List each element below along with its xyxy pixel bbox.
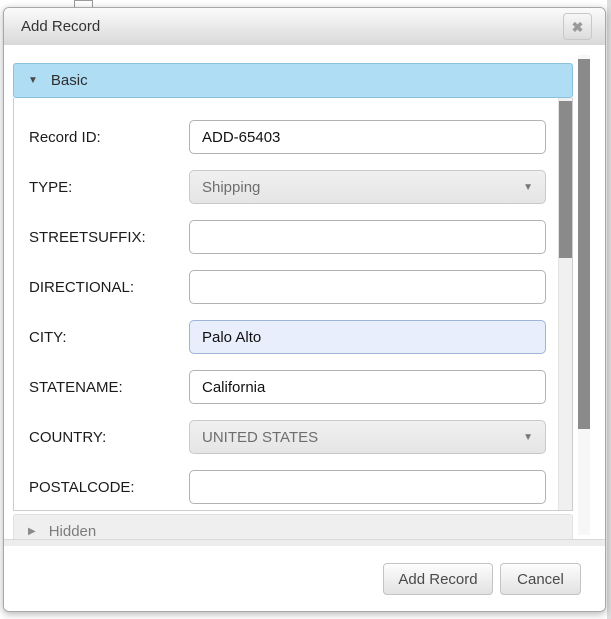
dialog-content: ▼ Basic Record ID: TYPE: Shipping ▼ STREETSU… — [4, 45, 605, 539]
dialog-titlebar: Add Record ✖ — [4, 8, 605, 46]
form-row: Record ID: — [29, 120, 558, 154]
field-label: DIRECTIONAL: — [29, 279, 189, 296]
basic-fields-panel: Record ID: TYPE: Shipping ▼ STREETSUFFIX: DIR… — [13, 98, 573, 511]
footer-buttons: Add Record Cancel — [383, 563, 581, 595]
field-input[interactable] — [189, 370, 546, 404]
section-label-basic: Basic — [51, 72, 88, 89]
field-label: COUNTRY: — [29, 429, 189, 446]
form-row: CITY: — [29, 320, 558, 354]
chevron-down-icon: ▼ — [523, 182, 533, 193]
page-scrollbar[interactable] — [607, 0, 611, 619]
select-value: UNITED STATES — [202, 429, 318, 446]
field-select[interactable]: Shipping ▼ — [189, 170, 546, 204]
outer-scrollbar-thumb[interactable] — [578, 59, 590, 429]
field-label: STREETSUFFIX: — [29, 229, 189, 246]
form-row: POSTALCODE: — [29, 470, 558, 504]
form-row: STATENAME: — [29, 370, 558, 404]
close-button[interactable]: ✖ — [563, 13, 592, 40]
add-record-button[interactable]: Add Record — [383, 563, 493, 595]
section-label-hidden: Hidden — [49, 523, 97, 539]
outer-scrollbar-track[interactable] — [578, 55, 590, 535]
select-value: Shipping — [202, 179, 260, 196]
field-input[interactable] — [189, 270, 546, 304]
field-input[interactable] — [189, 320, 546, 354]
section-header-hidden[interactable]: ▶ Hidden — [13, 514, 573, 539]
form-row: STREETSUFFIX: — [29, 220, 558, 254]
add-record-dialog: Add Record ✖ ▼ Basic Record ID:TYPE:Ship… — [3, 7, 606, 612]
field-input[interactable] — [189, 470, 546, 504]
dialog-footer: Add Record Cancel — [4, 546, 605, 611]
triangle-down-icon: ▼ — [28, 75, 38, 86]
dialog-title: Add Record — [21, 8, 100, 45]
form-row: COUNTRY: UNITED STATES ▼ — [29, 420, 558, 454]
field-label: POSTALCODE: — [29, 479, 189, 496]
form-rows: Record ID: TYPE: Shipping ▼ STREETSUFFIX: DIR… — [14, 98, 558, 510]
inner-scrollbar-track[interactable] — [558, 98, 572, 510]
triangle-right-icon: ▶ — [28, 526, 36, 537]
form-row: DIRECTIONAL: — [29, 270, 558, 304]
field-input[interactable] — [189, 120, 546, 154]
cancel-button[interactable]: Cancel — [500, 563, 581, 595]
section-header-basic[interactable]: ▼ Basic — [13, 63, 573, 98]
close-icon: ✖ — [572, 20, 584, 34]
field-label: TYPE: — [29, 179, 189, 196]
inner-scrollbar-thumb[interactable] — [559, 101, 572, 258]
form-row: TYPE: Shipping ▼ — [29, 170, 558, 204]
chevron-down-icon: ▼ — [523, 432, 533, 443]
field-label: CITY: — [29, 329, 189, 346]
field-select[interactable]: UNITED STATES ▼ — [189, 420, 546, 454]
field-label: Record ID: — [29, 129, 189, 146]
field-label: STATENAME: — [29, 379, 189, 396]
field-input[interactable] — [189, 220, 546, 254]
